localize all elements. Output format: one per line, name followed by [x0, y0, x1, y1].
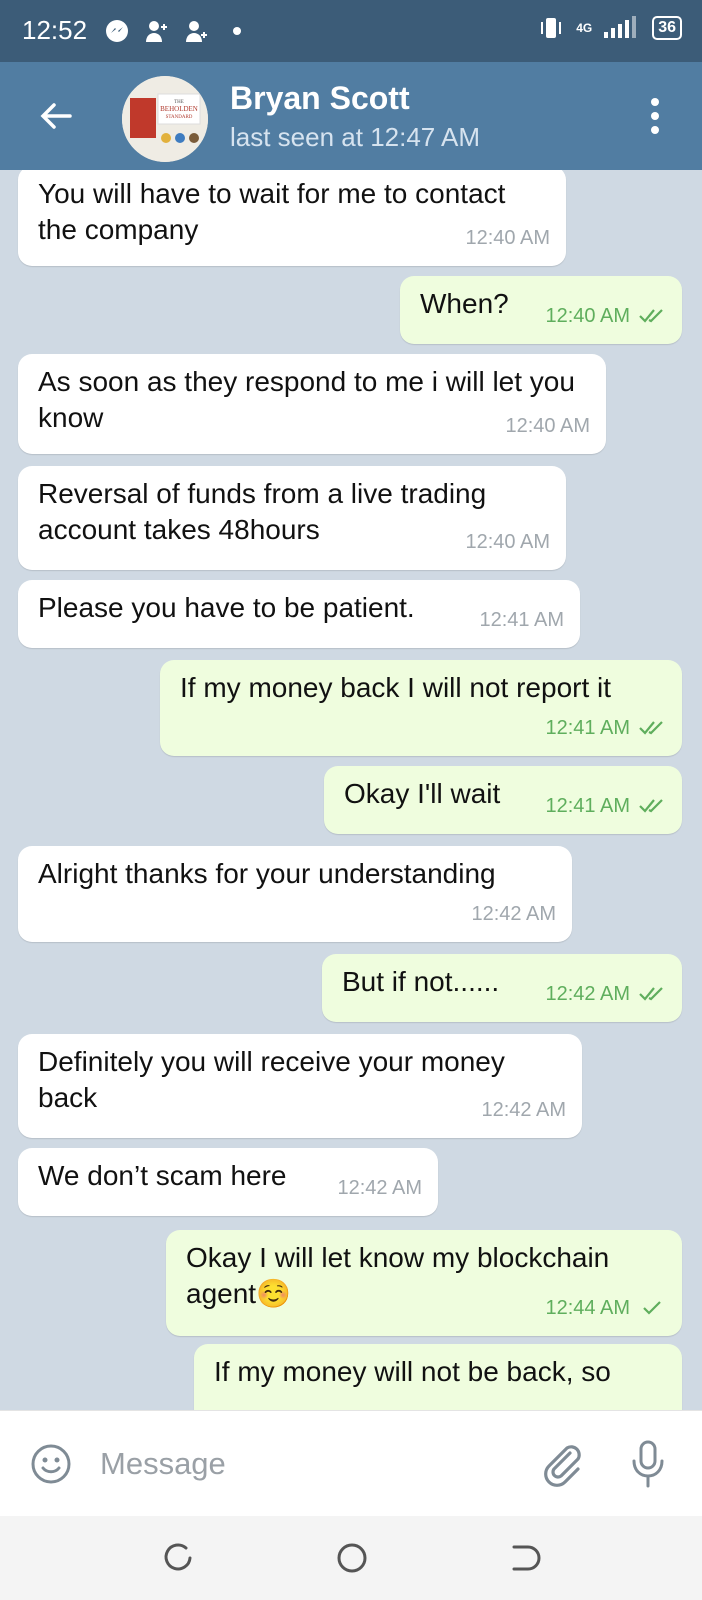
svg-text:STANDARD: STANDARD	[166, 115, 193, 120]
message-bubble-incoming[interactable]: Definitely you will receive your money b…	[18, 1034, 582, 1138]
more-vertical-icon[interactable]	[648, 98, 662, 138]
double-check-icon	[639, 309, 663, 323]
message-bubble-incoming[interactable]: You will have to wait for me to contact …	[18, 170, 566, 266]
message-bubble-incoming[interactable]: We don’t scam here 12:42 AM	[18, 1148, 438, 1216]
message-meta: 12:41 AM	[479, 602, 564, 638]
message-bubble-incoming[interactable]: Reversal of funds from a live trading ac…	[18, 466, 566, 570]
message-time: 12:42 AM	[545, 983, 630, 1005]
signal-icon	[604, 16, 637, 38]
message-meta: 12:41 AM	[545, 788, 666, 824]
double-check-icon	[639, 721, 663, 735]
message-text: Alright thanks for your understanding	[38, 858, 496, 889]
home-icon[interactable]	[332, 1538, 372, 1578]
message-time: 12:44 AM	[545, 1297, 630, 1319]
message-composer	[0, 1410, 702, 1516]
message-time: 12:42 AM	[481, 1099, 566, 1121]
message-meta: 12:41 AM	[545, 710, 666, 746]
message-time: 12:41 AM	[545, 717, 630, 739]
message-text: If my money back I will not report it	[180, 672, 612, 703]
back-arrow-icon[interactable]	[36, 96, 76, 136]
emoji-icon[interactable]	[30, 1443, 72, 1485]
avatar[interactable]: THE BEHOLDEN STANDARD	[122, 76, 208, 162]
message-bubble-outgoing[interactable]: Okay I'll wait 12:41 AM	[324, 766, 682, 834]
message-meta: 12:40 AM	[465, 524, 550, 560]
message-text: As soon as they respond to me i will let…	[38, 366, 575, 433]
message-bubble-incoming[interactable]: Please you have to be patient. 12:41 AM	[18, 580, 580, 648]
message-bubble-outgoing[interactable]: If my money will not be back, so	[194, 1344, 682, 1410]
message-meta: 12:42 AM	[545, 976, 666, 1012]
battery-level: 36	[652, 16, 682, 40]
back-nav-icon[interactable]	[504, 1538, 544, 1578]
message-bubble-outgoing[interactable]: Okay I will let know my blockchain agent…	[166, 1230, 682, 1336]
status-bar: 12:52 4G 36	[0, 0, 702, 62]
message-time: 12:40 AM	[465, 227, 550, 249]
message-bubble-incoming[interactable]: As soon as they respond to me i will let…	[18, 354, 606, 454]
message-list[interactable]: You will have to wait for me to contact …	[0, 170, 702, 1410]
book-cover-image: THE BEHOLDEN STANDARD	[122, 76, 208, 162]
message-time: 12:42 AM	[471, 903, 556, 925]
chat-header: THE BEHOLDEN STANDARD Bryan Scott last s…	[0, 62, 702, 170]
message-input[interactable]	[100, 1437, 520, 1491]
message-bubble-outgoing[interactable]: When? 12:40 AM	[400, 276, 682, 344]
single-check-icon	[643, 1301, 661, 1315]
message-time: 12:40 AM	[505, 415, 590, 437]
recent-apps-icon[interactable]	[158, 1538, 198, 1578]
contact-name[interactable]: Bryan Scott	[230, 80, 410, 117]
paperclip-icon[interactable]	[540, 1441, 584, 1487]
message-meta: 12:40 AM	[545, 298, 666, 334]
message-meta: 12:40 AM	[465, 220, 550, 256]
last-seen-status: last seen at 12:47 AM	[230, 122, 481, 152]
message-time: 12:42 AM	[337, 1177, 422, 1199]
notification-icons	[104, 18, 250, 44]
message-text: If my money will not be back, so	[214, 1356, 611, 1387]
system-navigation-bar	[0, 1516, 702, 1600]
message-bubble-outgoing[interactable]: But if not...... 12:42 AM	[322, 954, 682, 1022]
status-time: 12:52	[22, 15, 88, 45]
microphone-icon[interactable]	[630, 1439, 666, 1489]
message-time: 12:41 AM	[479, 609, 564, 631]
message-meta: 12:40 AM	[505, 408, 590, 444]
message-meta: 12:42 AM	[337, 1170, 422, 1206]
message-meta: 12:44 AM	[545, 1290, 666, 1326]
messenger-icon	[106, 20, 128, 42]
system-status: 4G 36	[536, 16, 682, 40]
svg-text:BEHOLDEN: BEHOLDEN	[160, 105, 198, 113]
message-meta: 12:42 AM	[471, 896, 556, 932]
add-contact-icon	[146, 21, 167, 42]
message-time: 12:40 AM	[465, 531, 550, 553]
network-type: 4G	[576, 21, 593, 35]
vibrate-icon	[541, 18, 562, 38]
message-meta: 12:42 AM	[481, 1092, 566, 1128]
add-contact-icon-2	[186, 21, 207, 42]
message-time: 12:40 AM	[545, 305, 630, 327]
message-bubble-incoming[interactable]: Alright thanks for your understanding 12…	[18, 846, 572, 942]
message-time: 12:41 AM	[545, 795, 630, 817]
message-bubble-outgoing[interactable]: If my money back I will not report it 12…	[160, 660, 682, 756]
double-check-icon	[639, 799, 663, 813]
dot-icon	[233, 27, 241, 35]
double-check-icon	[639, 987, 663, 1001]
